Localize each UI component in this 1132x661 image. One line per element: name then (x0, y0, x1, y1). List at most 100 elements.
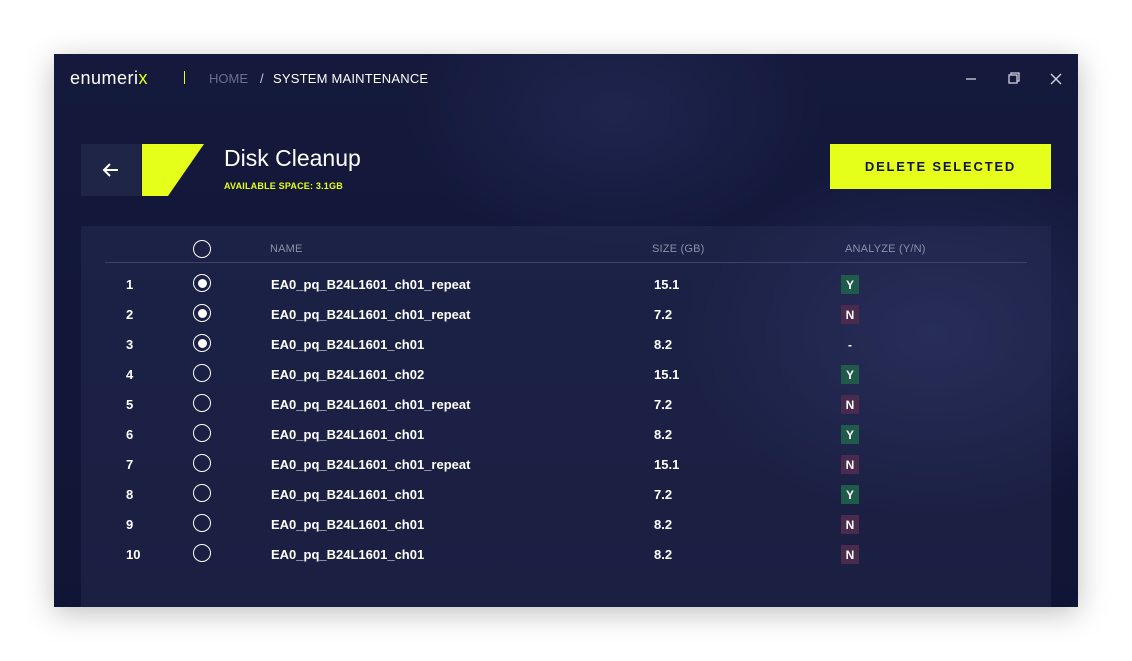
file-size: 8.2 (654, 427, 673, 442)
row-select-radio[interactable] (193, 304, 211, 322)
table-row[interactable]: 7 EA0_pq_B24L1601_ch01_repeat 15.1 N (81, 449, 1051, 479)
column-header-name[interactable]: NAME (270, 243, 303, 255)
radio-circle (193, 394, 211, 412)
file-table: NAME SIZE (GB) ANALYZE (Y/N) 1 EA0_pq_B24… (81, 226, 1051, 607)
row-number: 3 (126, 337, 134, 352)
page-title: Disk Cleanup (224, 145, 361, 171)
radio-circle (193, 304, 211, 322)
row-select-radio[interactable] (193, 394, 211, 412)
analyze-badge: Y (841, 365, 859, 384)
close-icon (1050, 73, 1062, 85)
analyze-badge: Y (841, 425, 859, 444)
logo-text: enumeri (70, 68, 139, 88)
file-size: 8.2 (654, 547, 673, 562)
row-number: 8 (126, 487, 134, 502)
file-name: EA0_pq_B24L1601_ch01_repeat (271, 457, 471, 472)
row-select-radio[interactable] (193, 334, 211, 352)
table-row[interactable]: 1 EA0_pq_B24L1601_ch01_repeat 15.1 Y (81, 269, 1051, 299)
row-number: 5 (126, 397, 134, 412)
file-name: EA0_pq_B24L1601_ch01_repeat (271, 397, 471, 412)
analyze-badge: N (841, 515, 859, 534)
accent-shape (142, 144, 204, 196)
radio-circle (193, 454, 211, 472)
file-name: EA0_pq_B24L1601_ch01 (271, 427, 425, 442)
analyze-badge: Y (841, 485, 859, 504)
table-row[interactable]: 8 EA0_pq_B24L1601_ch01 7.2 Y (81, 479, 1051, 509)
file-name: EA0_pq_B24L1601_ch01_repeat (271, 307, 471, 322)
radio-circle (193, 334, 211, 352)
table-row[interactable]: 6 EA0_pq_B24L1601_ch01 8.2 Y (81, 419, 1051, 449)
row-number: 6 (126, 427, 134, 442)
row-select-radio[interactable] (193, 424, 211, 442)
file-name: EA0_pq_B24L1601_ch01 (271, 487, 425, 502)
file-name: EA0_pq_B24L1601_ch02 (271, 367, 425, 382)
app-logo: enumerix (70, 68, 148, 89)
logo-accent: x (138, 68, 149, 88)
table-row[interactable]: 10 EA0_pq_B24L1601_ch01 8.2 N (81, 539, 1051, 569)
analyze-badge: N (841, 455, 859, 474)
breadcrumb-current: SYSTEM MAINTENANCE (273, 71, 429, 86)
minimize-button[interactable] (962, 68, 982, 88)
row-select-radio[interactable] (193, 364, 211, 382)
analyze-badge: Y (841, 275, 859, 294)
file-size: 15.1 (654, 367, 680, 382)
row-number: 2 (126, 307, 134, 322)
radio-circle (193, 364, 211, 382)
select-all-radio[interactable] (193, 240, 211, 258)
file-name: EA0_pq_B24L1601_ch01 (271, 337, 425, 352)
table-row[interactable]: 2 EA0_pq_B24L1601_ch01_repeat 7.2 N (81, 299, 1051, 329)
back-button[interactable] (81, 144, 141, 196)
column-header-analyze[interactable]: ANALYZE (Y/N) (845, 243, 926, 255)
column-header-size[interactable]: SIZE (GB) (652, 243, 705, 255)
row-number: 4 (126, 367, 134, 382)
radio-circle (193, 424, 211, 442)
file-size: 7.2 (654, 307, 673, 322)
breadcrumb-separator: / (260, 71, 264, 86)
minimize-icon (966, 78, 976, 80)
analyze-badge: N (841, 305, 859, 324)
radio-dot (197, 308, 207, 318)
row-select-radio[interactable] (193, 544, 211, 562)
table-row[interactable]: 5 EA0_pq_B24L1601_ch01_repeat 7.2 N (81, 389, 1051, 419)
app-window: enumerix HOME / SYSTEM MAINTENANCE Disk … (54, 54, 1078, 607)
row-select-radio[interactable] (193, 484, 211, 502)
file-name: EA0_pq_B24L1601_ch01_repeat (271, 277, 471, 292)
delete-selected-button[interactable]: DELETE SELECTED (830, 144, 1051, 189)
row-number: 7 (126, 457, 134, 472)
analyze-badge: N (841, 395, 859, 414)
table-row[interactable]: 3 EA0_pq_B24L1601_ch01 8.2 - (81, 329, 1051, 359)
restore-button[interactable] (1004, 68, 1024, 88)
radio-circle (193, 240, 211, 258)
radio-circle (193, 484, 211, 502)
radio-circle (193, 544, 211, 562)
available-space-label: AVAILABLE SPACE: 3.1GB (224, 181, 343, 191)
radio-dot (197, 278, 207, 288)
radio-circle (193, 514, 211, 532)
file-size: 7.2 (654, 487, 673, 502)
row-number: 1 (126, 277, 134, 292)
file-size: 7.2 (654, 397, 673, 412)
file-size: 8.2 (654, 337, 673, 352)
breadcrumb-home[interactable]: HOME (209, 71, 248, 86)
title-bar: enumerix HOME / SYSTEM MAINTENANCE (54, 54, 1078, 104)
restore-icon (1008, 72, 1020, 84)
row-select-radio[interactable] (193, 454, 211, 472)
file-size: 15.1 (654, 277, 680, 292)
analyze-badge: N (841, 545, 859, 564)
file-name: EA0_pq_B24L1601_ch01 (271, 517, 425, 532)
header-divider (105, 262, 1027, 263)
row-number: 9 (126, 517, 134, 532)
title-divider (184, 71, 185, 84)
row-select-radio[interactable] (193, 274, 211, 292)
row-number: 10 (126, 547, 141, 562)
row-select-radio[interactable] (193, 514, 211, 532)
table-row[interactable]: 4 EA0_pq_B24L1601_ch02 15.1 Y (81, 359, 1051, 389)
table-row[interactable]: 9 EA0_pq_B24L1601_ch01 8.2 N (81, 509, 1051, 539)
radio-circle (193, 274, 211, 292)
close-button[interactable] (1046, 68, 1066, 88)
analyze-badge: - (848, 337, 852, 352)
file-name: EA0_pq_B24L1601_ch01 (271, 547, 425, 562)
file-size: 8.2 (654, 517, 673, 532)
arrow-left-icon (102, 163, 118, 177)
radio-dot (197, 338, 207, 348)
